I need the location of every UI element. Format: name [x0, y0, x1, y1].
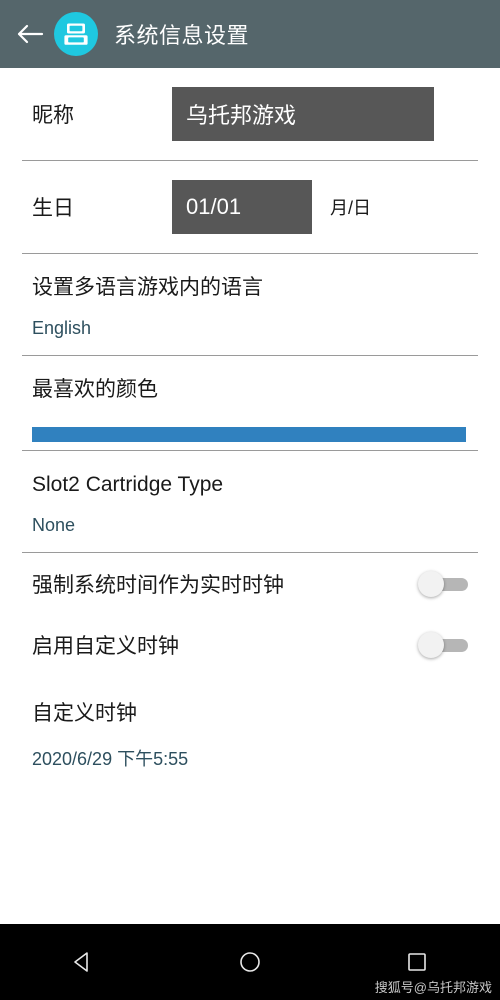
triangle-back-icon: [70, 949, 96, 975]
language-setting-value: English: [32, 318, 92, 339]
enable-custom-clock-row[interactable]: 启用自定义时钟: [0, 614, 500, 675]
nintendo-ds-icon: [61, 19, 91, 49]
birthday-row: 生日 01/01 月/日: [0, 161, 500, 253]
language-setting-row[interactable]: 设置多语言游戏内的语言 English: [0, 254, 500, 355]
custom-clock-value: 2020/6/29 下午5:55: [32, 749, 189, 770]
force-system-time-label: 强制系统时间作为实时时钟: [32, 573, 284, 597]
nickname-row: 昵称 乌托邦游戏: [0, 68, 500, 160]
slot2-cartridge-title: Slot2 Cartridge Type: [32, 472, 224, 496]
page-title: 系统信息设置: [114, 23, 250, 48]
app-bar: 系统信息设置: [0, 0, 500, 68]
app-icon: [54, 12, 98, 56]
force-system-time-switch[interactable]: [418, 570, 468, 598]
circle-home-icon: [237, 949, 263, 975]
back-button[interactable]: [10, 14, 50, 54]
enable-custom-clock-label: 启用自定义时钟: [32, 634, 179, 658]
favorite-color-swatch[interactable]: [32, 426, 466, 442]
slot2-cartridge-value: None: [32, 515, 76, 536]
custom-clock-title: 自定义时钟: [32, 702, 137, 726]
nav-home-button[interactable]: [220, 932, 280, 992]
language-setting-title: 设置多语言游戏内的语言: [32, 276, 263, 299]
favorite-color-title: 最喜欢的颜色: [32, 378, 158, 402]
switch-thumb: [418, 631, 444, 658]
nickname-label: 昵称: [32, 104, 74, 127]
system-navigation-bar: 搜狐号@乌托邦游戏: [0, 924, 500, 1000]
birthday-label: 生日: [32, 197, 74, 220]
favorite-color-row[interactable]: 最喜欢的颜色: [0, 356, 500, 442]
phone-screen: 系统信息设置 昵称 乌托邦游戏 生日 01/01 月/日 设置多语言游戏内的语言…: [0, 0, 500, 1000]
custom-clock-row[interactable]: 自定义时钟 2020/6/29 下午5:55: [0, 675, 500, 771]
slot2-cartridge-row[interactable]: Slot2 Cartridge Type None: [0, 451, 500, 552]
settings-list: 昵称 乌托邦游戏 生日 01/01 月/日 设置多语言游戏内的语言 Englis…: [0, 68, 500, 924]
nickname-input[interactable]: 乌托邦游戏: [172, 87, 434, 141]
arrow-left-icon: [16, 22, 44, 46]
force-system-time-row[interactable]: 强制系统时间作为实时时钟: [0, 553, 500, 614]
enable-custom-clock-switch[interactable]: [418, 631, 468, 659]
birthday-format-hint: 月/日: [330, 198, 372, 218]
watermark: 搜狐号@乌托邦游戏: [374, 980, 492, 995]
nav-back-button[interactable]: [53, 932, 113, 992]
square-recents-icon: [404, 949, 430, 975]
switch-thumb: [418, 570, 444, 597]
birthday-input[interactable]: 01/01: [172, 180, 312, 234]
